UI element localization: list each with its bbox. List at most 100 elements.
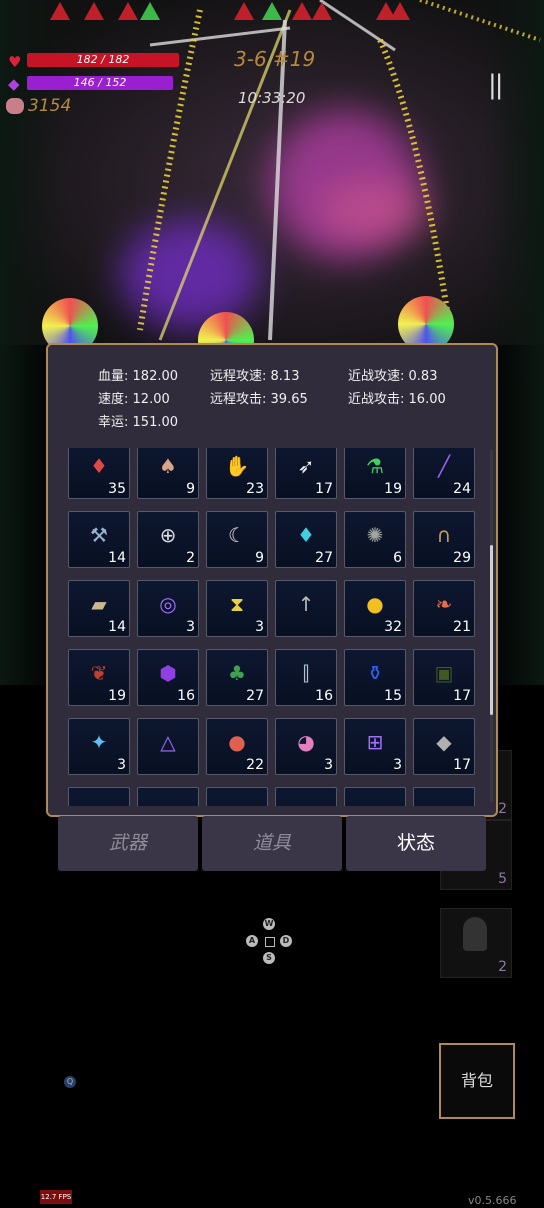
inventory-slot[interactable]: ⫿ 16 <box>275 649 337 706</box>
item-count: 19 <box>108 688 126 704</box>
gloves-icon: ✋ <box>224 454 250 478</box>
inventory-slot[interactable]: ✋ 23 <box>206 448 268 499</box>
pig-icon <box>6 98 24 114</box>
item-count: 35 <box>108 481 126 497</box>
enemy-indicator <box>50 2 70 20</box>
inventory-slot[interactable]: ⊕ 2 <box>137 511 199 568</box>
dpad-key-a[interactable]: A <box>246 935 258 947</box>
inventory-slot[interactable]: ☾ 9 <box>206 511 268 568</box>
enemy-indicator <box>312 2 332 20</box>
inventory-slot[interactable]: ◕ 3 <box>275 718 337 775</box>
inventory-slot[interactable]: ⊞ 3 <box>344 718 406 775</box>
inventory-slot[interactable]: ✦ 3 <box>68 718 130 775</box>
fps-counter: 12.7 FPS <box>40 1190 72 1204</box>
inventory-slot[interactable]: ● 22 <box>206 718 268 775</box>
dpad-key-s[interactable]: S <box>263 952 275 964</box>
timer: 10:33:20 <box>238 89 306 107</box>
gold-counter: 3154 <box>28 96 72 116</box>
inventory-slot[interactable]: ◎ 3 <box>137 580 199 637</box>
inventory-slot[interactable]: ▰ 14 <box>68 580 130 637</box>
dpad-key-d[interactable]: D <box>280 935 292 947</box>
item-count: 3 <box>186 619 195 635</box>
inventory-slot[interactable]: ∩ 29 <box>413 511 475 568</box>
horn-icon: ☾ <box>228 523 246 547</box>
pause-icon[interactable]: || <box>488 70 503 100</box>
inventory-slot[interactable]: ● 32 <box>344 580 406 637</box>
rainbow-orb <box>398 296 454 345</box>
item-count: 17 <box>453 688 471 704</box>
stat-speed: 速度: 12.00 <box>98 392 170 407</box>
rainbow-orb <box>42 298 98 345</box>
status-panel: 血量: 182.00 远程攻速: 8.13 近战攻速: 0.83 速度: 12.… <box>46 343 498 817</box>
stat-ranged-speed: 远程攻速: 8.13 <box>210 369 300 384</box>
item-grid[interactable]: ♦ 35 ♠ 9 ✋ 23 ➶ 17 ⚗ 19 ╱ 24 ⚒ 14 ⊕ 2 ☾ 9 ♦ 27 ✺ 6 ∩ 29 ▰ 14 ◎ 3 ⧗ 3 ↑… <box>68 448 478 806</box>
side-slot-count: 2 <box>498 959 507 975</box>
inventory-slot[interactable] <box>68 787 130 806</box>
item-count: 6 <box>393 550 402 566</box>
inventory-slot[interactable]: ❧ 21 <box>413 580 475 637</box>
item-count: 23 <box>246 481 264 497</box>
item-count: 3 <box>255 619 264 635</box>
inventory-slot[interactable]: ♠ 9 <box>137 448 199 499</box>
crystal-orb-icon: ✦ <box>90 730 108 754</box>
ally-indicator <box>140 2 160 20</box>
enemy-indicator <box>390 2 410 20</box>
tab-status[interactable]: 状态 <box>346 816 486 871</box>
scrollbar-thumb[interactable] <box>490 545 493 715</box>
hourglass-card-icon: ⧗ <box>229 592 245 616</box>
zoom-icon[interactable]: Q <box>64 1076 76 1088</box>
inventory-slot[interactable]: ↑ <box>275 580 337 637</box>
enemy-indicator <box>234 2 254 20</box>
inventory-slot[interactable]: ✺ 6 <box>344 511 406 568</box>
inventory-slot[interactable]: ⬢ 16 <box>137 649 199 706</box>
item-count: 17 <box>453 757 471 773</box>
dpad-center <box>265 937 275 947</box>
enemy-indicator <box>84 2 104 20</box>
item-count: 15 <box>384 688 402 704</box>
inventory-slot[interactable]: ⧗ 3 <box>206 580 268 637</box>
blue-crystal-icon: ♦ <box>297 523 315 547</box>
inventory-slot[interactable] <box>413 787 475 806</box>
enemy-indicator <box>292 2 312 20</box>
inventory-slot[interactable] <box>344 787 406 806</box>
tab-weapons[interactable]: 武器 <box>58 816 198 871</box>
blue-potion-icon: ⚱ <box>366 661 384 685</box>
side-slot-count: 2 <box>498 801 507 817</box>
dpad-control[interactable]: W A D S <box>246 918 292 964</box>
inventory-slot[interactable]: △ <box>137 718 199 775</box>
item-count: 19 <box>384 481 402 497</box>
item-count: 9 <box>186 481 195 497</box>
inventory-slot[interactable]: ⚗ 19 <box>344 448 406 499</box>
inventory-slot[interactable] <box>206 787 268 806</box>
inventory-slot[interactable]: ⚱ 15 <box>344 649 406 706</box>
item-count: 32 <box>384 619 402 635</box>
item-count: 3 <box>324 757 333 773</box>
inventory-slot[interactable]: ➶ 17 <box>275 448 337 499</box>
item-count: 17 <box>315 481 333 497</box>
inventory-slot[interactable]: ♦ 27 <box>275 511 337 568</box>
bag-button[interactable]: 背包 <box>439 1043 515 1119</box>
dpad-key-w[interactable]: W <box>263 918 275 930</box>
tab-items[interactable]: 道具 <box>202 816 342 871</box>
side-slot[interactable]: 2 <box>440 908 512 978</box>
horseshoe-icon: ∩ <box>436 523 452 547</box>
item-count: 3 <box>393 757 402 773</box>
item-count: 16 <box>315 688 333 704</box>
inventory-slot[interactable] <box>137 787 199 806</box>
inventory-slot[interactable]: ╱ 24 <box>413 448 475 499</box>
mushroom-icon: ♠ <box>159 454 177 478</box>
item-count: 21 <box>453 619 471 635</box>
inventory-slot[interactable]: ⚒ 14 <box>68 511 130 568</box>
silver-ring-icon: ⊕ <box>159 523 177 547</box>
item-count: 16 <box>177 688 195 704</box>
heart-icon: ♥ <box>8 53 22 71</box>
gauntlet-icon: ▰ <box>91 592 107 616</box>
item-count: 2 <box>186 550 195 566</box>
inventory-slot[interactable] <box>275 787 337 806</box>
inventory-slot[interactable]: ▣ 17 <box>413 649 475 706</box>
inventory-slot[interactable]: ❦ 19 <box>68 649 130 706</box>
red-crystal-icon: ♦ <box>90 454 108 478</box>
inventory-slot[interactable]: ♣ 27 <box>206 649 268 706</box>
inventory-slot[interactable]: ◆ 17 <box>413 718 475 775</box>
inventory-slot[interactable]: ♦ 35 <box>68 448 130 499</box>
